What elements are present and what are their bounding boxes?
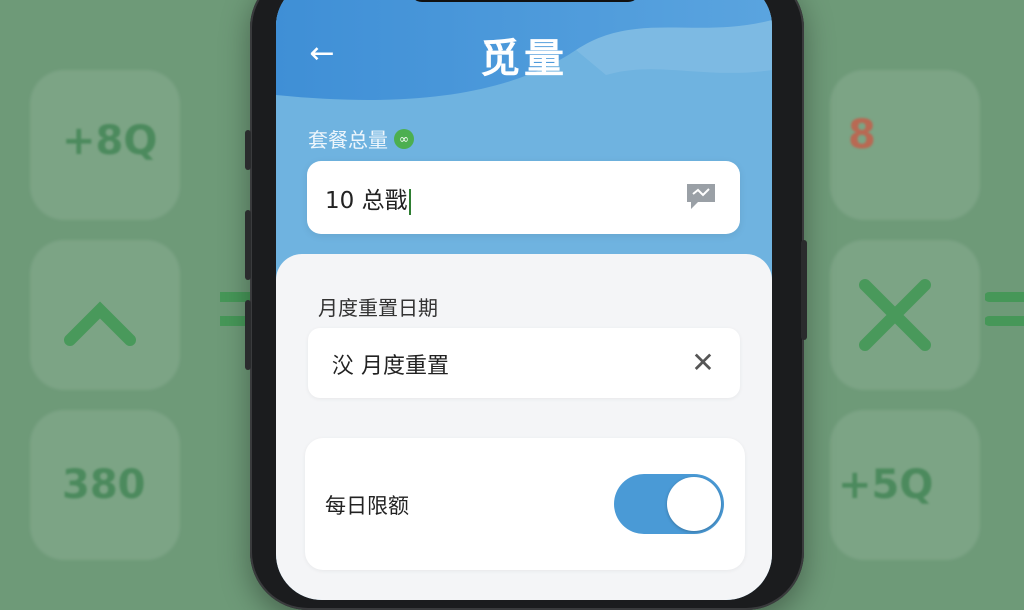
clear-button[interactable]: ✕: [688, 348, 718, 378]
link-icon: ∞: [394, 128, 414, 149]
bg-glyph: 8: [848, 112, 876, 158]
page-title: 觅量: [480, 36, 568, 82]
close-icon: ✕: [691, 346, 715, 379]
phone-side-button: [245, 130, 251, 170]
text-caret: [408, 188, 411, 215]
bg-glyph: +5Q: [838, 462, 934, 508]
total-plan-label-row: 套餐总量 ∞: [308, 124, 414, 153]
total-plan-label: 套餐总量: [308, 128, 388, 152]
bg-equals-icon: [985, 292, 1024, 326]
daily-limit-row: 每日限额: [305, 438, 745, 570]
bg-arrow-icon: [64, 301, 136, 346]
daily-limit-label: 每日限额: [325, 494, 409, 518]
monthly-reset-value: 㳇 月度重置: [332, 354, 449, 379]
daily-limit-toggle[interactable]: [614, 474, 724, 534]
bg-cross-icon: [859, 279, 931, 351]
toggle-knob: [667, 477, 721, 531]
app-screen: ← 觅量 套餐总量 ∞ 10 总戬 月度重置日期 㳇 月度重置 ✕ 每日限额: [276, 0, 772, 600]
bg-glyph: +8Q: [62, 118, 158, 164]
bg-glyph: 380: [62, 462, 146, 508]
monthly-reset-input[interactable]: 㳇 月度重置 ✕: [308, 328, 740, 398]
phone-notch: [410, 0, 640, 2]
message-icon[interactable]: [684, 180, 718, 212]
phone-side-button: [245, 210, 251, 280]
total-plan-value: 10 总戬: [325, 181, 411, 215]
monthly-reset-label: 月度重置日期: [318, 296, 438, 320]
phone-side-button: [801, 240, 807, 340]
total-plan-input[interactable]: 10 总戬: [307, 161, 740, 234]
phone-side-button: [245, 300, 251, 370]
